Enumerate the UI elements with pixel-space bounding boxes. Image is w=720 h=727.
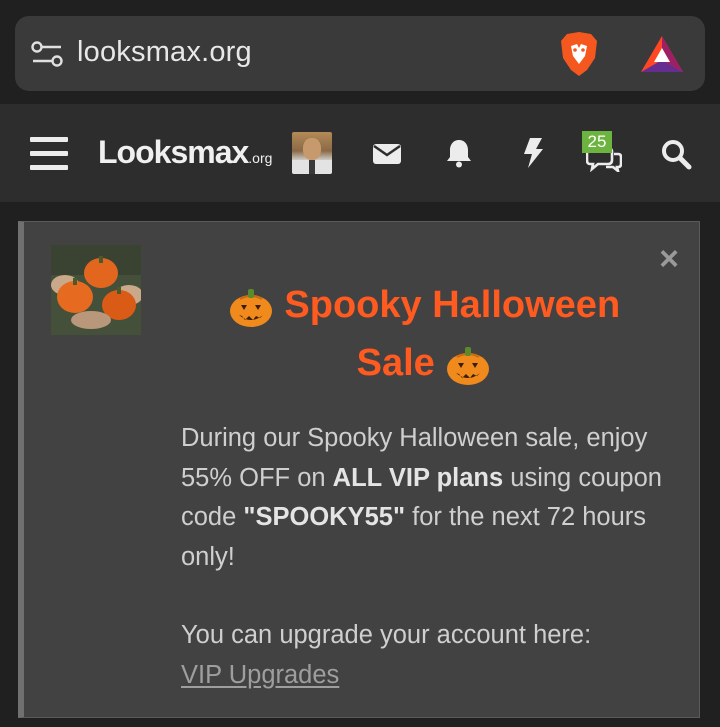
halloween-sale-notice: × Spooky Halloween Sale During our Spook… bbox=[18, 221, 700, 718]
title-part-2: Sale bbox=[356, 342, 435, 384]
mail-icon[interactable] bbox=[372, 142, 402, 166]
hamburger-menu-icon[interactable] bbox=[30, 137, 68, 170]
chat-count-badge: 25 bbox=[582, 131, 612, 153]
coupon-code: "SPOOKY55" bbox=[243, 503, 406, 531]
browser-toolbar: looksmax.org bbox=[0, 0, 720, 104]
bolt-icon[interactable] bbox=[522, 137, 544, 169]
close-icon[interactable]: × bbox=[654, 242, 684, 276]
body-bold-plans: ALL VIP plans bbox=[332, 463, 504, 492]
sale-description: During our Spooky Halloween sale, enjoy … bbox=[181, 419, 686, 577]
site-settings-icon[interactable] bbox=[31, 40, 63, 68]
pumpkins-image bbox=[51, 245, 141, 335]
jack-o-lantern-icon bbox=[447, 346, 490, 385]
jack-o-lantern-icon bbox=[229, 288, 272, 327]
brave-shields-icon[interactable] bbox=[557, 30, 601, 78]
url-text[interactable]: looksmax.org bbox=[77, 36, 252, 69]
notice-title: Spooky Halloween Sale bbox=[184, 276, 664, 392]
logo-suffix: .org bbox=[248, 150, 273, 166]
bell-icon[interactable] bbox=[445, 138, 473, 168]
vip-upgrades-link[interactable]: VIP Upgrades bbox=[181, 661, 339, 689]
title-part-1: Spooky Halloween bbox=[284, 284, 621, 326]
address-bar[interactable]: looksmax.org bbox=[15, 16, 705, 91]
upgrade-text: You can upgrade your account here: bbox=[181, 621, 592, 649]
upgrade-paragraph: You can upgrade your account here: VIP Up… bbox=[181, 616, 686, 695]
logo-main: Looksmax bbox=[98, 134, 249, 170]
site-header: Looksmax.org 25 bbox=[0, 104, 720, 202]
avatar[interactable] bbox=[292, 132, 332, 174]
search-icon[interactable] bbox=[660, 138, 692, 170]
brave-rewards-icon[interactable] bbox=[639, 34, 685, 74]
notice-body: During our Spooky Halloween sale, enjoy … bbox=[181, 419, 686, 695]
site-logo[interactable]: Looksmax.org bbox=[98, 134, 272, 174]
